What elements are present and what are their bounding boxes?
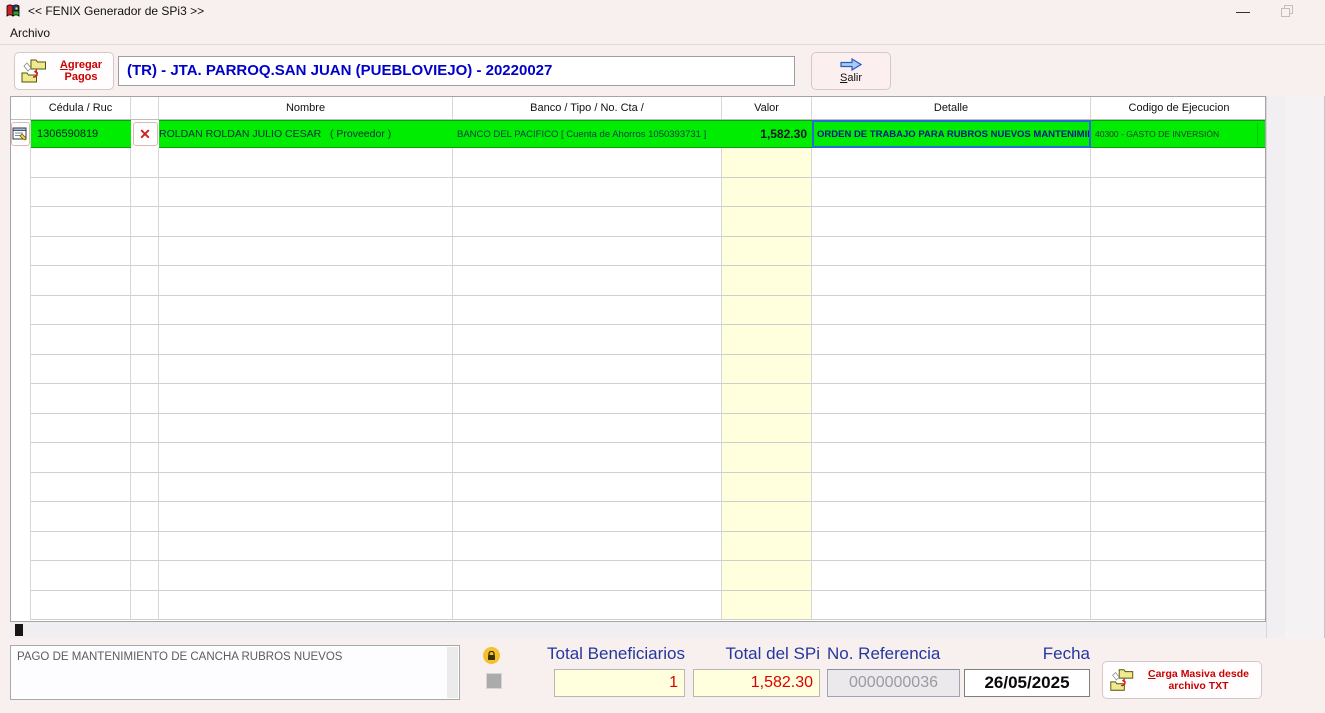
window-title: << FENIX Generador de SPi3 >>: [28, 4, 204, 18]
restore-button[interactable]: [1272, 0, 1302, 22]
cell-cedula[interactable]: 1306590819: [31, 120, 131, 148]
total-beneficiarios-field: 1: [554, 669, 685, 697]
table-horizontal-scrollbar[interactable]: [10, 622, 1266, 638]
descripcion-scrollbar[interactable]: [447, 647, 458, 698]
table-row-empty[interactable]: [11, 502, 1265, 532]
table-row-empty[interactable]: [11, 591, 1265, 621]
minimize-button[interactable]: —: [1228, 0, 1258, 22]
table-row-empty[interactable]: [11, 384, 1265, 414]
restore-icon: [1281, 5, 1293, 17]
cell-banco[interactable]: BANCO DEL PACIFICO [ Cuenta de Ahorros 1…: [453, 120, 722, 148]
total-spi-field: 1,582.30: [693, 669, 820, 697]
col-delete: [131, 97, 159, 119]
col-banco: Banco / Tipo / No. Cta /: [453, 97, 722, 119]
table-row-empty[interactable]: [11, 148, 1265, 178]
no-referencia-field[interactable]: 0000000036: [827, 669, 960, 697]
col-detalle: Detalle: [812, 97, 1091, 119]
delete-row-button[interactable]: ✕: [133, 122, 158, 146]
table-row-empty[interactable]: [11, 296, 1265, 326]
hscroll-thumb[interactable]: [15, 624, 23, 636]
table-row-empty[interactable]: [11, 237, 1265, 267]
edit-row-button[interactable]: [11, 122, 30, 146]
exit-arrow-icon: [840, 58, 862, 71]
payment-row: 1306590819 ✕ ROLDAN ROLDAN JULIO CESAR (…: [11, 120, 1265, 148]
cell-valor[interactable]: 1,582.30: [722, 120, 812, 148]
empty-rows: [11, 148, 1265, 620]
col-valor: Valor: [722, 97, 812, 119]
table-row-empty[interactable]: [11, 561, 1265, 591]
table-row-empty[interactable]: [11, 266, 1265, 296]
table-row-empty[interactable]: [11, 532, 1265, 562]
col-nombre: Nombre: [159, 97, 453, 119]
table-row-empty[interactable]: [11, 443, 1265, 473]
salir-button[interactable]: Salir: [811, 52, 891, 90]
status-square[interactable]: [486, 673, 502, 689]
cell-nombre[interactable]: ROLDAN ROLDAN JULIO CESAR ( Proveedor ): [159, 120, 453, 148]
agregar-pagos-label: Agregar Pagos: [49, 59, 113, 83]
salir-label: Salir: [840, 72, 862, 84]
col-rowselector: [11, 97, 31, 119]
menu-archivo[interactable]: Archivo: [0, 22, 60, 44]
total-spi-label: Total del SPi: [693, 644, 820, 664]
table-row-empty[interactable]: [11, 207, 1265, 237]
app-window: << FENIX Generador de SPi3 >> — Archivo …: [0, 0, 1325, 713]
fecha-label: Fecha: [964, 644, 1090, 664]
total-beneficiarios-label: Total Beneficiarios: [500, 644, 685, 664]
table-vertical-scrollbar[interactable]: [1266, 96, 1285, 638]
table-header: Cédula / Ruc Nombre Banco / Tipo / No. C…: [11, 97, 1265, 120]
table-row-empty[interactable]: [11, 355, 1265, 385]
menubar: Archivo: [0, 22, 1325, 45]
carga-masiva-button[interactable]: Carga Masiva desde archivo TXT: [1102, 661, 1262, 699]
table-row-empty[interactable]: [11, 414, 1265, 444]
col-codigo: Codigo de Ejecucion: [1091, 97, 1266, 119]
no-referencia-label: No. Referencia: [827, 644, 987, 664]
lock-icon: [483, 647, 500, 664]
table-row-empty[interactable]: [11, 325, 1265, 355]
delete-x-icon: ✕: [139, 127, 151, 141]
cell-codigo[interactable]: 40300 - GASTO DE INVERSIÓN: [1091, 120, 1266, 148]
entity-field[interactable]: (TR) - JTA. PARROQ.SAN JUAN (PUEBLOVIEJO…: [118, 56, 795, 86]
carga-masiva-label: Carga Masiva desde archivo TXT: [1136, 668, 1261, 692]
agregar-pagos-button[interactable]: Agregar Pagos: [14, 52, 114, 90]
app-icon: [6, 3, 22, 19]
col-cedula: Cédula / Ruc: [31, 97, 131, 119]
descripcion-textarea[interactable]: PAGO DE MANTENIMIENTO DE CANCHA RUBROS N…: [10, 645, 460, 700]
table-row-empty[interactable]: [11, 473, 1265, 503]
fecha-field[interactable]: 26/05/2025: [964, 669, 1090, 697]
cell-detalle-selected[interactable]: ORDEN DE TRABAJO PARA RUBROS NUEVOS MANT…: [812, 120, 1091, 148]
table-right-gutter: [1285, 96, 1325, 638]
descripcion-text: PAGO DE MANTENIMIENTO DE CANCHA RUBROS N…: [11, 646, 459, 663]
titlebar: << FENIX Generador de SPi3 >> —: [0, 0, 1325, 22]
folder-transfer-icon: [1108, 666, 1136, 694]
payments-table: Cédula / Ruc Nombre Banco / Tipo / No. C…: [10, 96, 1266, 622]
table-row-empty[interactable]: [11, 178, 1265, 208]
folder-transfer-icon: [19, 56, 49, 86]
edit-form-icon: [12, 126, 29, 142]
